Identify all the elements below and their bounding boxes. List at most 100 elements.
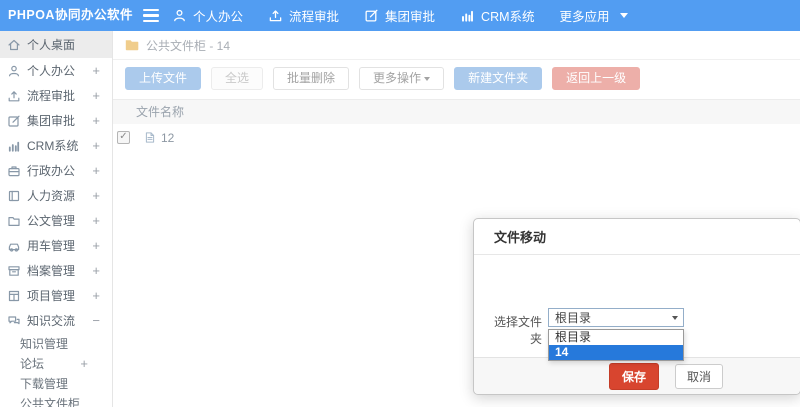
sidebar-item[interactable]: 个人办公 + <box>0 58 112 83</box>
topnav-item[interactable]: CRM系统 <box>460 6 535 25</box>
topbar: PHPOA协同办公软件 个人办公 流程审批 集团审批 CRM系统 更多应用 <box>0 0 800 31</box>
dropdown-option[interactable]: 根目录 <box>549 330 683 345</box>
file-name: 12 <box>161 130 175 145</box>
expand-toggle-icon[interactable]: − <box>92 313 100 328</box>
topnav-item-label: 集团审批 <box>385 10 436 24</box>
breadcrumb-text: 公共文件柜 - 14 <box>146 38 231 53</box>
briefcase-icon <box>7 164 21 178</box>
chevron-down-icon <box>672 316 678 320</box>
file-table-header: 文件名称 <box>113 99 800 124</box>
sidebar-item[interactable]: 行政办公 + <box>0 158 112 183</box>
row-checkbox[interactable] <box>117 131 130 144</box>
more-actions-button[interactable]: 更多操作 <box>359 67 445 90</box>
dialog-body: 选择文件夹 根目录 根目录 14 <box>474 255 800 361</box>
go-back-button[interactable]: 返回上一级 <box>552 67 641 90</box>
sidebar-subitem-label: 论坛 <box>20 356 45 371</box>
topnav-item[interactable]: 更多应用 <box>560 6 628 25</box>
expand-toggle-icon[interactable]: + <box>92 213 100 228</box>
board-icon <box>7 289 21 303</box>
select-all-button[interactable]: 全选 <box>211 67 264 90</box>
topnav-item-label: 流程审批 <box>289 10 340 24</box>
archive-icon <box>7 264 21 278</box>
save-button[interactable]: 保存 <box>609 362 660 390</box>
sidebar-item-label: 人力资源 <box>27 189 76 203</box>
upload-icon <box>7 89 21 103</box>
file-table: 12 <box>113 124 800 151</box>
app-logo: PHPOA协同办公软件 <box>8 8 133 22</box>
folder-select[interactable]: 根目录 <box>548 308 684 327</box>
expand-toggle-icon[interactable]: + <box>80 356 88 371</box>
upload-icon <box>268 8 283 23</box>
expand-toggle-icon[interactable]: + <box>92 238 100 253</box>
book-icon <box>7 189 21 203</box>
dialog-title: 文件移动 <box>474 219 800 255</box>
user-icon <box>7 64 21 78</box>
sidebar-item[interactable]: 知识交流 − <box>0 308 112 333</box>
sidebar-item-label: 个人办公 <box>27 64 76 78</box>
folder-icon <box>125 39 139 51</box>
chat-icon <box>7 314 21 328</box>
sidebar: 个人桌面 个人办公 + 流程审批 + 集团审批 + CRM系统 + 行政办公 +… <box>0 31 113 407</box>
sidebar-subitem[interactable]: 公共文件柜 <box>0 393 112 407</box>
expand-toggle-icon[interactable]: + <box>92 188 100 203</box>
topnav-item[interactable]: 流程审批 <box>268 6 339 25</box>
breadcrumb: 公共文件柜 - 14 <box>113 31 800 60</box>
sidebar-item[interactable]: 项目管理 + <box>0 283 112 308</box>
sidebar-item-label: 公文管理 <box>27 214 76 228</box>
sidebar-item-label: 集团审批 <box>27 114 76 128</box>
user-icon <box>172 8 187 23</box>
sidebar-item[interactable]: 公文管理 + <box>0 208 112 233</box>
app-window: PHPOA协同办公软件 个人办公 流程审批 集团审批 CRM系统 更多应用 个人… <box>0 0 800 407</box>
car-icon <box>7 239 21 253</box>
expand-toggle-icon[interactable]: + <box>92 88 100 103</box>
chart-icon <box>7 139 21 153</box>
topnav-item[interactable]: 集团审批 <box>364 6 435 25</box>
sidebar-item[interactable]: CRM系统 + <box>0 133 112 158</box>
edit-icon <box>364 8 379 23</box>
upload-file-button[interactable]: 上传文件 <box>125 67 202 90</box>
sidebar-item-label: 流程审批 <box>27 89 76 103</box>
dialog-footer: 保存 取消 <box>474 357 800 394</box>
new-folder-button[interactable]: 新建文件夹 <box>454 67 543 90</box>
sidebar-item[interactable]: 用车管理 + <box>0 233 112 258</box>
sidebar-item-label: 个人桌面 <box>27 38 76 52</box>
topnav-item-label: 更多应用 <box>559 10 610 24</box>
topnav-item-label: CRM系统 <box>481 10 535 24</box>
toolbar: 上传文件 全选 批量删除 更多操作 新建文件夹 返回上一级 <box>113 60 800 90</box>
sidebar-subitem-label: 知识管理 <box>20 336 69 351</box>
expand-toggle-icon[interactable]: + <box>92 63 100 78</box>
sidebar-item[interactable]: 流程审批 + <box>0 83 112 108</box>
hamburger-menu-icon[interactable] <box>143 9 159 22</box>
sidebar-subitem-label: 公共文件柜 <box>20 396 81 407</box>
chevron-down-icon <box>424 77 431 81</box>
topnav-item[interactable]: 个人办公 <box>172 6 243 25</box>
select-folder-label: 选择文件夹 <box>494 315 543 346</box>
folder-outline-icon <box>7 214 21 228</box>
sidebar-item-label: 知识交流 <box>27 314 76 328</box>
expand-toggle-icon[interactable]: + <box>92 263 100 278</box>
sidebar-subitem[interactable]: 下载管理 <box>0 373 112 393</box>
expand-toggle-icon[interactable]: + <box>92 113 100 128</box>
sidebar-item[interactable]: 个人桌面 <box>0 31 112 58</box>
sidebar-subitem[interactable]: 论坛 + <box>0 353 112 373</box>
sidebar-item-label: 档案管理 <box>27 264 76 278</box>
expand-toggle-icon[interactable]: + <box>92 138 100 153</box>
sidebar-item-label: CRM系统 <box>27 139 79 153</box>
cancel-button[interactable]: 取消 <box>675 363 724 389</box>
batch-delete-button[interactable]: 批量删除 <box>273 67 350 90</box>
folder-select-value: 根目录 <box>555 311 592 325</box>
sidebar-item[interactable]: 档案管理 + <box>0 258 112 283</box>
sidebar-subitem-label: 下载管理 <box>20 376 69 391</box>
topnav-item-label: 个人办公 <box>193 10 244 24</box>
sidebar-item[interactable]: 人力资源 + <box>0 183 112 208</box>
sidebar-item-label: 行政办公 <box>27 164 76 178</box>
sidebar-item-label: 项目管理 <box>27 289 76 303</box>
sidebar-subitem[interactable]: 知识管理 <box>0 333 112 353</box>
home-icon <box>7 38 21 52</box>
folder-select-dropdown: 根目录 14 <box>548 329 684 361</box>
expand-toggle-icon[interactable]: + <box>92 163 100 178</box>
dropdown-option[interactable]: 14 <box>549 345 683 360</box>
sidebar-item[interactable]: 集团审批 + <box>0 108 112 133</box>
table-row[interactable]: 12 <box>113 124 800 151</box>
expand-toggle-icon[interactable]: + <box>92 288 100 303</box>
